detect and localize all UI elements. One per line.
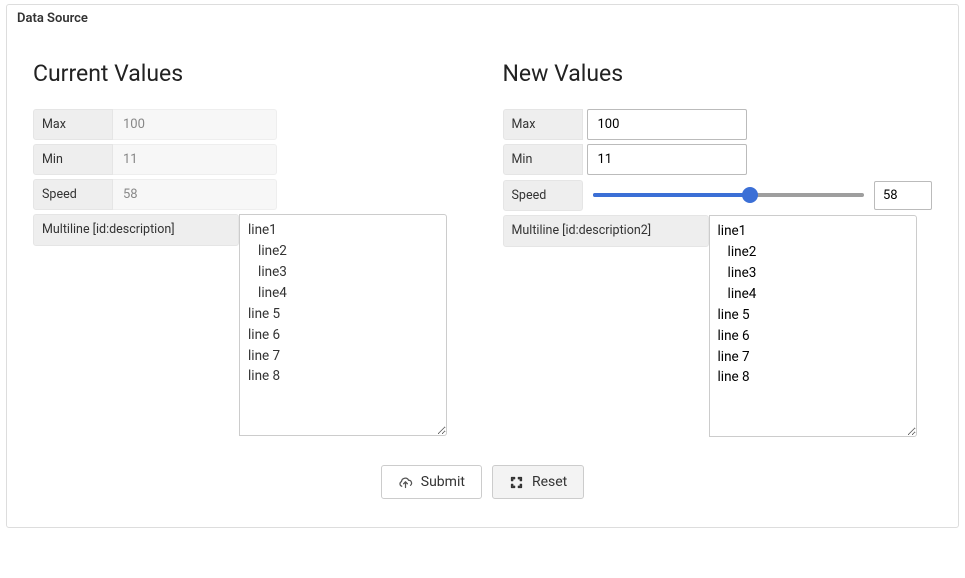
new-max-label: Max bbox=[503, 109, 583, 140]
slider-thumb[interactable] bbox=[742, 187, 758, 203]
new-multiline-textarea[interactable] bbox=[709, 215, 917, 437]
current-multiline-label: Multiline [id:description] bbox=[33, 214, 239, 246]
submit-button[interactable]: Submit bbox=[381, 465, 482, 499]
current-max-value: 100 bbox=[113, 109, 277, 140]
upload-icon bbox=[398, 475, 413, 490]
new-speed-row: Speed bbox=[503, 179, 933, 211]
reset-icon bbox=[509, 475, 524, 490]
new-min-label: Min bbox=[503, 144, 583, 175]
button-row: Submit Reset bbox=[33, 465, 932, 499]
data-source-panel: Data Source Current Values Max 100 Min 1… bbox=[6, 4, 959, 528]
panel-title: Data Source bbox=[7, 5, 958, 36]
current-min-label: Min bbox=[33, 144, 113, 175]
reset-button[interactable]: Reset bbox=[492, 465, 584, 499]
submit-button-label: Submit bbox=[421, 474, 465, 490]
current-multiline-textarea bbox=[239, 214, 447, 436]
current-speed-row: Speed 58 bbox=[33, 179, 463, 210]
current-min-value: 11 bbox=[113, 144, 277, 175]
current-max-row: Max 100 bbox=[33, 109, 463, 140]
current-max-label: Max bbox=[33, 109, 113, 140]
current-speed-value: 58 bbox=[113, 179, 277, 210]
new-speed-value-input[interactable] bbox=[874, 181, 932, 210]
reset-button-label: Reset bbox=[532, 474, 567, 490]
new-speed-slider[interactable] bbox=[593, 179, 865, 211]
new-multiline-label: Multiline [id:description2] bbox=[503, 215, 709, 247]
new-values-column: New Values Max Min Speed bbox=[503, 36, 933, 441]
new-values-heading: New Values bbox=[503, 60, 933, 87]
new-multiline-row: Multiline [id:description2] bbox=[503, 215, 933, 437]
new-max-row: Max bbox=[503, 109, 933, 140]
new-min-input[interactable] bbox=[587, 144, 747, 175]
new-min-row: Min bbox=[503, 144, 933, 175]
current-speed-label: Speed bbox=[33, 179, 113, 210]
current-multiline-row: Multiline [id:description] bbox=[33, 214, 463, 436]
new-max-input[interactable] bbox=[587, 109, 747, 140]
new-speed-label: Speed bbox=[503, 180, 583, 211]
current-values-heading: Current Values bbox=[33, 60, 463, 87]
current-min-row: Min 11 bbox=[33, 144, 463, 175]
current-values-column: Current Values Max 100 Min 11 Speed 58 M… bbox=[33, 36, 463, 441]
